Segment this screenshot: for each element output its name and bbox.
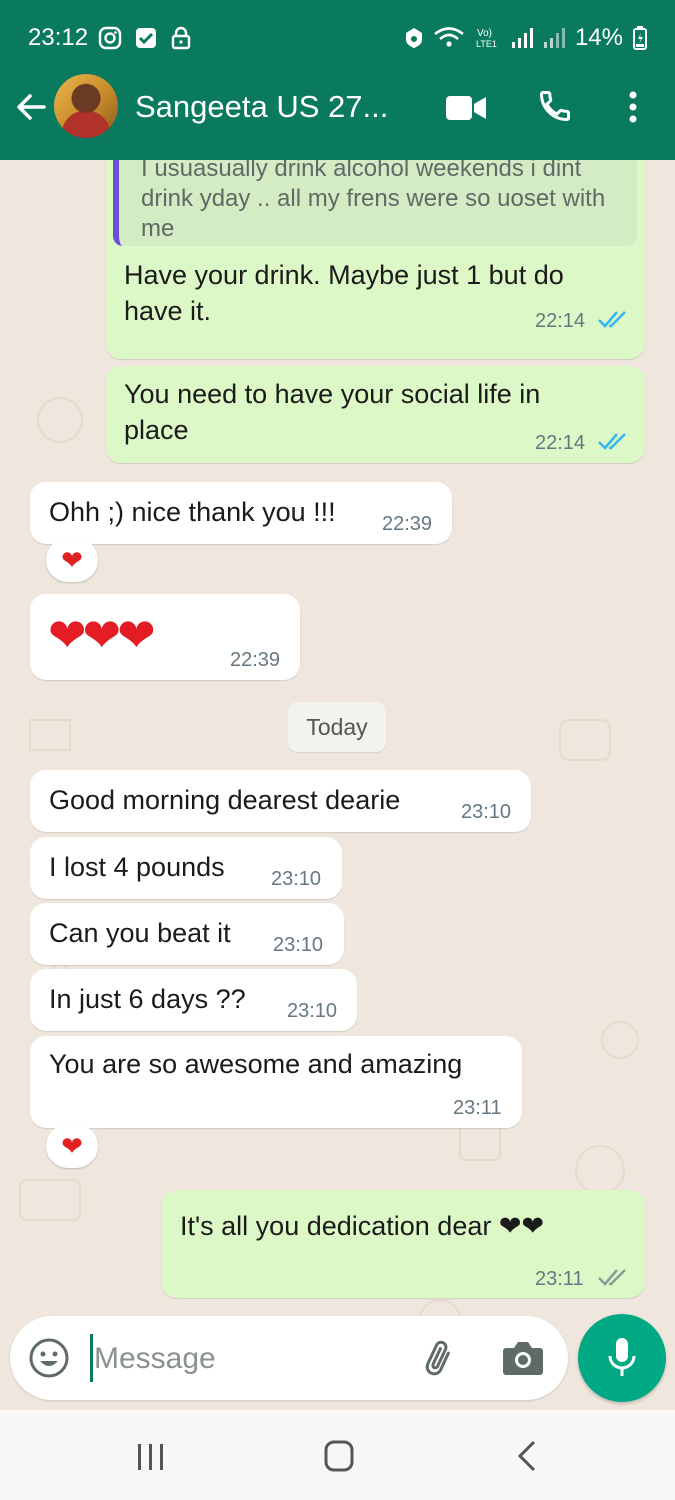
- message-time: 22:14: [535, 310, 586, 332]
- message-time: 23:11: [453, 1097, 502, 1119]
- reaction-heart[interactable]: ❤: [46, 538, 98, 582]
- message-composer: [10, 1316, 568, 1400]
- camera-icon[interactable]: [502, 1340, 544, 1376]
- read-receipt-icon: [598, 433, 626, 450]
- chat-area[interactable]: I usuasually drink alcohol weekends i di…: [0, 160, 675, 1410]
- status-system-icons: Vo) LTE1 14%: [405, 24, 647, 52]
- message-text: In just 6 days ??: [49, 984, 246, 1014]
- battery-charging-icon: [633, 26, 647, 50]
- back-arrow-icon[interactable]: [14, 90, 48, 124]
- signal-icon: [543, 28, 565, 48]
- status-time: 23:12: [28, 24, 89, 51]
- message-input[interactable]: [92, 1332, 396, 1386]
- incoming-message[interactable]: Good morning dearest dearie 23:10: [30, 770, 531, 832]
- outgoing-message[interactable]: I usuasually drink alcohol weekends i di…: [105, 160, 645, 359]
- message-time: 22:39: [382, 513, 433, 535]
- contact-name[interactable]: Sangeeta US 27...: [135, 89, 388, 125]
- app-header: 23:12 Vo) LTE1 14% Sangeeta US 27...: [0, 0, 675, 160]
- message-text: Good morning dearest dearie: [49, 785, 401, 815]
- quoted-message[interactable]: I usuasually drink alcohol weekends i di…: [113, 160, 637, 246]
- incoming-message[interactable]: Can you beat it 23:10: [30, 903, 344, 965]
- message-time: 23:10: [287, 1000, 338, 1022]
- voice-record-button[interactable]: [578, 1314, 666, 1402]
- message-time: 23:10: [461, 801, 512, 823]
- outgoing-message[interactable]: You need to have your social life in pla…: [105, 366, 645, 463]
- delivered-receipt-icon: [598, 1269, 626, 1286]
- instagram-icon: [98, 26, 122, 50]
- more-options-icon[interactable]: [626, 90, 640, 124]
- volte-icon: Vo) LTE1: [476, 28, 497, 49]
- message-text: have it.: [124, 296, 212, 326]
- reaction-heart[interactable]: ❤: [46, 1124, 98, 1168]
- microphone-icon: [608, 1338, 636, 1376]
- message-time: 22:14: [535, 432, 586, 454]
- attach-icon[interactable]: [420, 1338, 462, 1380]
- svg-text:Vo): Vo): [477, 28, 492, 39]
- home-icon[interactable]: [324, 1440, 354, 1472]
- message-text: Have your drink. Maybe just 1 but do: [124, 260, 564, 290]
- message-text: I lost 4 pounds: [49, 852, 225, 882]
- quoted-text: I usuasually drink alcohol weekends i di…: [141, 160, 606, 242]
- check-box-icon: [136, 28, 156, 48]
- nav-back-icon[interactable]: [516, 1440, 540, 1472]
- incoming-message[interactable]: I lost 4 pounds 23:10: [30, 837, 342, 899]
- recent-apps-icon[interactable]: [136, 1442, 166, 1472]
- message-text: You are so awesome and amazing: [49, 1049, 463, 1079]
- message-time: 23:10: [273, 934, 324, 956]
- outgoing-message[interactable]: It's all you dedication dear ❤❤ 23:11: [161, 1190, 645, 1298]
- data-saver-icon: [405, 28, 422, 48]
- incoming-message[interactable]: Ohh ;) nice thank you !!! 22:39: [30, 482, 452, 544]
- message-time: 23:11: [535, 1268, 584, 1290]
- message-text: Can you beat it: [49, 918, 231, 948]
- voice-call-icon[interactable]: [537, 88, 573, 124]
- incoming-message[interactable]: In just 6 days ?? 23:10: [30, 969, 357, 1031]
- incoming-message[interactable]: ❤❤❤ 22:39: [30, 594, 300, 680]
- battery-percent: 14%: [574, 24, 623, 51]
- message-emoji: ❤❤❤: [48, 609, 156, 661]
- svg-text:LTE1: LTE1: [476, 39, 497, 49]
- emoji-icon[interactable]: [28, 1337, 70, 1379]
- date-separator: Today: [288, 702, 386, 752]
- status-notification-icons: [98, 26, 192, 50]
- system-nav-bar: [0, 1410, 675, 1500]
- video-call-icon[interactable]: [446, 94, 486, 122]
- avatar[interactable]: [54, 74, 118, 138]
- message-text: Ohh ;) nice thank you !!!: [49, 497, 336, 527]
- message-text: You need to have your social life in: [124, 379, 541, 409]
- read-receipt-icon: [598, 311, 626, 328]
- message-time: 22:39: [230, 649, 281, 671]
- message-text: place: [124, 415, 189, 445]
- lock-icon: [171, 26, 191, 50]
- signal-icon: [511, 28, 533, 48]
- wifi-calling-icon: [434, 27, 464, 47]
- message-text: It's all you dedication dear ❤❤: [180, 1211, 545, 1241]
- message-time: 23:10: [271, 868, 322, 890]
- incoming-message[interactable]: You are so awesome and amazing 23:11: [30, 1036, 522, 1128]
